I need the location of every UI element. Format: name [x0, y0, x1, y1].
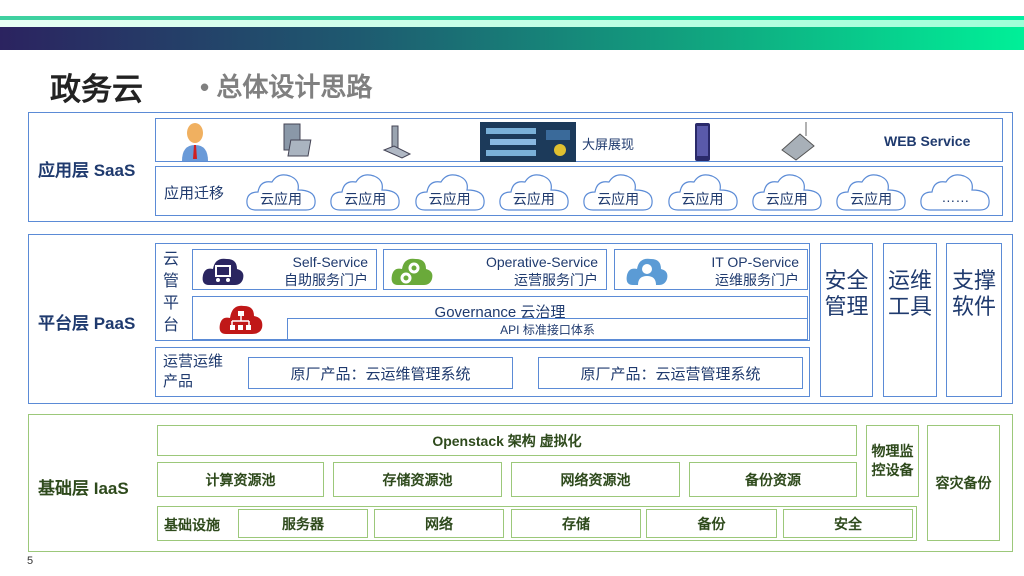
cloud-app[interactable]: 云应用 [497, 172, 571, 212]
infra-item: 安全 [783, 509, 913, 538]
infra-item: 服务器 [238, 509, 368, 538]
big-screen-label: 大屏展现 [582, 137, 635, 152]
operative-service-portal[interactable]: Operative-Service 运营服务门户 [383, 249, 607, 290]
cloud-app-label: 云应用 [597, 191, 640, 207]
cloud-app-label: 云应用 [681, 191, 724, 207]
org-cloud-icon [219, 305, 263, 334]
cloud-app[interactable]: 云应用 [581, 172, 655, 212]
tablet-icon [695, 123, 710, 161]
service-en: IT OP-Service [711, 254, 799, 270]
laptop-icon [382, 125, 412, 159]
header-gradient-bar [0, 27, 1024, 50]
cloud-app[interactable]: 云应用 [750, 172, 824, 212]
cloud-app-label: …… [941, 189, 970, 205]
saas-label: 应用层 SaaS [38, 161, 136, 180]
ops-product: 原厂产品：云运营管理系统 [538, 357, 803, 389]
cloud-app[interactable]: 云应用 [244, 172, 318, 212]
cloud-app-label: 云应用 [850, 191, 893, 207]
cloud-app[interactable]: 云应用 [834, 172, 908, 212]
service-en: Self-Service [292, 254, 368, 270]
ops-product: 原厂产品：云运维管理系统 [248, 357, 513, 389]
physical-monitoring: 物理监控设备 [866, 425, 919, 497]
cloud-app[interactable]: 云应用 [666, 172, 740, 212]
service-cn: 自助服务门户 [284, 272, 368, 288]
desktop-icon [283, 123, 312, 157]
iaas-label: 基础层 IaaS [38, 479, 129, 498]
infra-item: 存储 [511, 509, 641, 538]
resource-pool: 备份资源 [689, 462, 857, 497]
cmp-label: 云管平台 [163, 251, 180, 334]
cloud-app-label: 云应用 [428, 191, 471, 207]
header-stripe [0, 20, 1024, 27]
cloud-app[interactable]: …… [918, 172, 992, 212]
resource-pool: 网络资源池 [511, 462, 680, 497]
support-cloud-icon [626, 258, 668, 285]
openstack-box: Openstack 架构 虚拟化 [157, 425, 857, 456]
disaster-recovery: 容灾备份 [927, 425, 1000, 541]
web-service-label: WEB Service [884, 133, 971, 149]
service-cn: 运营服务门户 [514, 272, 598, 288]
cloud-app-label: 云应用 [765, 191, 808, 207]
service-en: Operative-Service [485, 254, 598, 270]
pda-icon [781, 122, 815, 161]
infra-label: 基础设施 [164, 517, 220, 533]
api-box: API 标准接口体系 [287, 318, 808, 340]
resource-pool: 存储资源池 [333, 462, 502, 497]
user-icon [182, 123, 208, 161]
page-subtitle: • 总体设计思路 [200, 72, 373, 102]
it-op-service-portal[interactable]: IT OP-Service 运维服务门户 [614, 249, 808, 290]
resource-pool: 计算资源池 [157, 462, 324, 497]
gear-cloud-icon [391, 258, 433, 285]
cloud-app-label: 云应用 [344, 191, 387, 207]
cloud-app[interactable]: 云应用 [328, 172, 402, 212]
ops-tools: 运维工具 [883, 243, 937, 397]
infra-item: 网络 [374, 509, 504, 538]
page-number: 5 [27, 555, 34, 567]
cloud-app-label: 云应用 [512, 191, 555, 207]
service-cn: 运维服务门户 [715, 272, 799, 288]
paas-label: 平台层 PaaS [38, 314, 136, 333]
page-title: 政务云 [50, 72, 143, 107]
cart-cloud-icon [202, 258, 244, 285]
cloud-app[interactable]: 云应用 [413, 172, 487, 212]
infra-item: 备份 [646, 509, 777, 538]
app-migration-label: 应用迁移 [164, 185, 225, 202]
self-service-portal[interactable]: Self-Service 自助服务门户 [192, 249, 377, 290]
cloud-app-label: 云应用 [260, 191, 302, 207]
security-management: 安全管理 [820, 243, 873, 397]
support-software: 支撑软件 [946, 243, 1002, 397]
big-screen-icon [480, 122, 576, 162]
ops-label: 运营运维产品 [163, 353, 224, 390]
